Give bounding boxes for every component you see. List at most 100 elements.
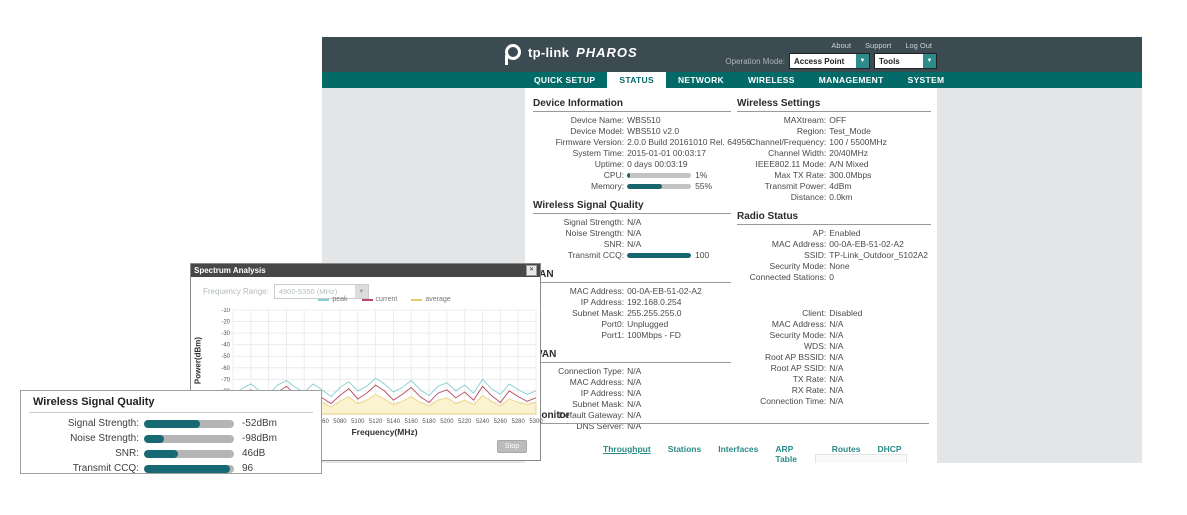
info-row: Distance:0.0km — [737, 192, 931, 203]
row-label: System Time: — [533, 148, 627, 159]
progress-fill — [627, 184, 662, 189]
tab-status[interactable]: STATUS — [607, 72, 666, 88]
progress-fill — [627, 173, 630, 178]
row-label: Client: — [737, 308, 829, 319]
row-value: 2015-01-01 00:03:17 — [627, 148, 706, 159]
header-link-log-out[interactable]: Log Out — [905, 41, 932, 50]
cropped-content-stub — [815, 454, 907, 463]
header-links: About Support Log Out — [831, 41, 932, 50]
bar-row: Transmit CCQ: 100 — [533, 250, 731, 261]
info-row: WDS:N/A — [737, 341, 931, 352]
card-bar-row: Signal Strength:-52dBm — [21, 416, 321, 431]
y-axis-label: Power(dBm) — [194, 331, 203, 391]
operation-mode-row: Operation Mode: Access Point ▼ Tools ▼ — [725, 53, 937, 69]
info-row: SSID:TP-Link_Outdoor_5102A2 — [737, 250, 931, 261]
row-label: Port1: — [533, 330, 627, 341]
tab-network[interactable]: NETWORK — [666, 72, 736, 88]
monitor-link-interfaces[interactable]: Interfaces — [718, 444, 758, 463]
chart-legend: peakcurrentaverage — [233, 296, 536, 303]
svg-text:-10: -10 — [221, 308, 230, 314]
legend-label: average — [425, 296, 450, 303]
row-value: N/A — [829, 341, 843, 352]
row-value: -98dBm — [242, 433, 277, 444]
spectrum-titlebar[interactable]: Spectrum Analysis ✕ — [191, 264, 540, 277]
row-label: CPU: — [533, 170, 627, 181]
svg-text:5240: 5240 — [476, 419, 490, 425]
header-link-support[interactable]: Support — [865, 41, 891, 50]
progress-fill — [144, 420, 200, 428]
row-value: 00-0A-EB-51-02-A2 — [627, 286, 702, 297]
svg-text:5220: 5220 — [458, 419, 472, 425]
row-value: N/A — [627, 388, 641, 399]
tab-quick-setup[interactable]: QUICK SETUP — [522, 72, 607, 88]
section-title-wireless-signal-quality: Wireless Signal Quality — [533, 198, 731, 214]
status-content-panel: Device Information Device Name:WBS510Dev… — [525, 88, 937, 463]
info-row: IEEE802.11 Mode:A/N Mixed — [737, 159, 931, 170]
close-icon[interactable]: ✕ — [526, 265, 537, 276]
row-value: 100Mbps - FD — [627, 330, 681, 341]
nav-tabs: QUICK SETUPSTATUSNETWORKWIRELESSMANAGEME… — [322, 72, 1142, 88]
svg-text:-50: -50 — [221, 354, 230, 360]
row-label: Transmit CCQ: — [533, 250, 627, 261]
row-label: Signal Strength: — [533, 217, 627, 228]
row-value: 96 — [242, 463, 253, 474]
progress-bar — [144, 435, 234, 443]
progress-bar — [627, 253, 691, 258]
row-label: Memory: — [533, 181, 627, 192]
svg-text:5140: 5140 — [387, 419, 401, 425]
info-row: Root AP SSID:N/A — [737, 363, 931, 374]
row-label: Noise Strength: — [21, 433, 144, 444]
row-value: 192.168.0.254 — [627, 297, 681, 308]
row-value: None — [829, 261, 849, 272]
progress-fill — [144, 435, 164, 443]
info-row: Noise Strength:N/A — [533, 228, 731, 239]
info-row: Region:Test_Mode — [737, 126, 931, 137]
tab-management[interactable]: MANAGEMENT — [807, 72, 896, 88]
section-title-wan: WAN — [533, 347, 731, 363]
progress-bar — [627, 173, 691, 178]
stop-button[interactable]: Stop — [497, 440, 527, 453]
row-value: TP-Link_Outdoor_5102A2 — [829, 250, 928, 261]
section-title-radio-status: Radio Status — [737, 209, 931, 225]
svg-text:5160: 5160 — [405, 419, 419, 425]
spacer — [737, 283, 931, 305]
row-label: Signal Strength: — [21, 418, 144, 429]
info-row: Channel/Frequency:100 / 5500MHz — [737, 137, 931, 148]
monitor-link-throughput[interactable]: Throughput — [603, 444, 651, 463]
monitor-link-stations[interactable]: Stations — [668, 444, 702, 463]
section-title-monitor: Monitor — [533, 408, 929, 424]
operation-mode-select[interactable]: Access Point ▼ — [789, 53, 870, 69]
tools-select[interactable]: Tools ▼ — [874, 53, 937, 69]
header-link-about[interactable]: About — [831, 41, 851, 50]
row-label: Device Model: — [533, 126, 627, 137]
svg-text:-40: -40 — [221, 343, 230, 349]
info-row: System Time:2015-01-01 00:03:17 — [533, 148, 731, 159]
row-value: Unplugged — [627, 319, 668, 330]
svg-text:5280: 5280 — [511, 419, 525, 425]
row-label: Root AP BSSID: — [737, 352, 829, 363]
chevron-down-icon[interactable]: ▼ — [856, 54, 869, 68]
row-label: SSID: — [737, 250, 829, 261]
card-bar-row: Noise Strength: -98dBm — [21, 431, 321, 446]
row-label: Region: — [737, 126, 829, 137]
info-row: Port1:100Mbps - FD — [533, 330, 731, 341]
row-value: 100 / 5500MHz — [829, 137, 887, 148]
row-value: 20/40MHz — [829, 148, 868, 159]
row-value: N/A — [829, 363, 843, 374]
info-row: MAC Address:N/A — [737, 319, 931, 330]
tab-wireless[interactable]: WIRELESS — [736, 72, 807, 88]
chevron-down-icon[interactable]: ▼ — [923, 54, 936, 68]
lan-rows: MAC Address:00-0A-EB-51-02-A2IP Address:… — [533, 286, 731, 341]
row-label: Security Mode: — [737, 261, 829, 272]
tp-link-logo: tp-link PHAROS — [505, 44, 638, 60]
progress-fill — [144, 465, 230, 473]
info-row: Root AP BSSID:N/A — [737, 352, 931, 363]
row-value: N/A — [829, 319, 843, 330]
tab-system[interactable]: SYSTEM — [896, 72, 957, 88]
row-value: Disabled — [829, 308, 862, 319]
info-row: Device Model:WBS510 v2.0 — [533, 126, 731, 137]
row-label: Noise Strength: — [533, 228, 627, 239]
svg-text:-60: -60 — [221, 366, 230, 372]
row-value: 100 — [695, 250, 709, 261]
monitor-link-arp-table[interactable]: ARP Table — [775, 444, 814, 463]
